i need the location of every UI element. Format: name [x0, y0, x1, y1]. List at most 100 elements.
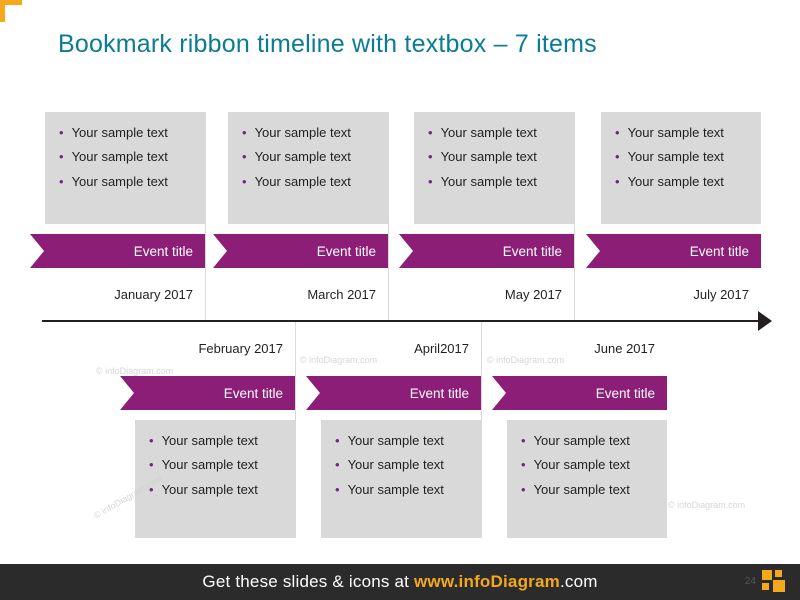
list-item: • Your sample text: [242, 173, 378, 189]
textbox-lower-1: • Your sample text • Your sample text • …: [135, 420, 295, 538]
ribbon-label: Event title: [502, 243, 562, 259]
bullet-icon: •: [242, 173, 247, 189]
bullet-icon: •: [335, 457, 340, 473]
dateblock-upper-1: January 2017: [30, 268, 205, 320]
column-edge: [574, 112, 575, 320]
dateblock-lower-3: June 2017: [492, 322, 667, 374]
date-label: January 2017: [114, 286, 193, 302]
bullet-icon: •: [59, 173, 64, 189]
ribbon-lower-2[interactable]: Event title: [306, 376, 481, 410]
list-item: • Your sample text: [335, 433, 471, 448]
bullet-text: Your sample text: [533, 433, 630, 448]
footer-text-before: Get these slides & icons at: [202, 572, 414, 591]
textbox-upper-4: • Your sample text • Your sample text • …: [601, 112, 761, 224]
date-label: July 2017: [693, 286, 749, 302]
ribbon-upper-1[interactable]: Event title: [30, 234, 205, 268]
ribbon-lower-3[interactable]: Event title: [492, 376, 667, 410]
list-item: • Your sample text: [59, 149, 195, 165]
bullet-text: Your sample text: [627, 173, 724, 189]
ribbon-lower-1[interactable]: Event title: [120, 376, 295, 410]
textbox-upper-3: • Your sample text • Your sample text • …: [414, 112, 574, 224]
list-item: • Your sample text: [335, 457, 471, 473]
bullet-text: Your sample text: [254, 149, 351, 165]
textbox-upper-1: • Your sample text • Your sample text • …: [45, 112, 205, 224]
list-item: • Your sample text: [59, 125, 195, 140]
column-edge: [295, 322, 296, 538]
ribbon-label: Event title: [133, 243, 193, 259]
list-item: • Your sample text: [428, 149, 564, 165]
bullet-text: Your sample text: [440, 149, 537, 165]
bullet-icon: •: [149, 433, 154, 448]
list-item: • Your sample text: [59, 173, 195, 189]
bullet-icon: •: [59, 125, 64, 140]
bullet-icon: •: [335, 433, 340, 448]
bullet-text: Your sample text: [627, 149, 724, 165]
dateblock-upper-4: July 2017: [586, 268, 761, 320]
list-item: • Your sample text: [428, 173, 564, 189]
list-item: • Your sample text: [242, 125, 378, 140]
ribbon-label: Event title: [223, 385, 283, 401]
ribbon-label: Event title: [689, 243, 749, 259]
date-label: March 2017: [307, 286, 376, 302]
list-item: • Your sample text: [615, 125, 751, 140]
dateblock-lower-2: April2017: [306, 322, 481, 374]
bullet-icon: •: [615, 173, 620, 189]
ribbon-label: Event title: [316, 243, 376, 259]
bullet-text: Your sample text: [161, 481, 258, 497]
bullet-text: Your sample text: [254, 125, 351, 140]
date-label: May 2017: [504, 286, 562, 302]
timeline-arrow-icon: [758, 311, 772, 331]
list-item: • Your sample text: [149, 433, 285, 448]
watermark: © infoDiagram.com: [668, 500, 746, 510]
page-number: 24: [744, 576, 756, 587]
column-edge: [388, 112, 389, 320]
bullet-icon: •: [242, 125, 247, 140]
page-title: Bookmark ribbon timeline with textbox – …: [58, 30, 597, 58]
bullet-text: Your sample text: [71, 125, 168, 140]
bullet-text: Your sample text: [71, 149, 168, 165]
textbox-upper-2: • Your sample text • Your sample text • …: [228, 112, 388, 224]
ribbon-upper-2[interactable]: Event title: [213, 234, 388, 268]
footer-bar: Get these slides & icons at www.infoDiag…: [0, 564, 800, 600]
bullet-icon: •: [149, 457, 154, 473]
list-item: • Your sample text: [149, 457, 285, 473]
bullet-icon: •: [521, 457, 526, 473]
dateblock-upper-2: March 2017: [213, 268, 388, 320]
bullet-text: Your sample text: [347, 457, 444, 473]
column-edge: [481, 322, 482, 538]
bullet-text: Your sample text: [440, 173, 537, 189]
list-item: • Your sample text: [242, 149, 378, 165]
ribbon-label: Event title: [409, 385, 469, 401]
textbox-lower-2: • Your sample text • Your sample text • …: [321, 420, 481, 538]
bullet-text: Your sample text: [533, 481, 630, 497]
list-item: • Your sample text: [335, 481, 471, 497]
slide-canvas: Bookmark ribbon timeline with textbox – …: [0, 0, 800, 600]
bullet-text: Your sample text: [254, 173, 351, 189]
bullet-icon: •: [615, 149, 620, 165]
bullet-text: Your sample text: [627, 125, 724, 140]
ribbon-label: Event title: [595, 385, 655, 401]
ribbon-upper-4[interactable]: Event title: [586, 234, 761, 268]
list-item: • Your sample text: [149, 481, 285, 497]
list-item: • Your sample text: [428, 125, 564, 140]
footer-brand[interactable]: www.infoDiagram: [414, 572, 560, 591]
footer-text: Get these slides & icons at www.infoDiag…: [202, 572, 597, 592]
bullet-text: Your sample text: [347, 433, 444, 448]
bullet-icon: •: [428, 173, 433, 189]
list-item: • Your sample text: [615, 173, 751, 189]
column-edge: [205, 112, 206, 320]
bullet-icon: •: [521, 433, 526, 448]
bullet-text: Your sample text: [440, 125, 537, 140]
bullet-text: Your sample text: [161, 433, 258, 448]
list-item: • Your sample text: [521, 433, 657, 448]
list-item: • Your sample text: [615, 149, 751, 165]
bullet-icon: •: [428, 149, 433, 165]
bullet-icon: •: [59, 149, 64, 165]
bullet-icon: •: [335, 481, 340, 497]
bullet-icon: •: [242, 149, 247, 165]
ribbon-upper-3[interactable]: Event title: [399, 234, 574, 268]
bullet-icon: •: [615, 125, 620, 140]
textbox-lower-3: • Your sample text • Your sample text • …: [507, 420, 667, 538]
list-item: • Your sample text: [521, 481, 657, 497]
date-label: February 2017: [198, 340, 283, 356]
